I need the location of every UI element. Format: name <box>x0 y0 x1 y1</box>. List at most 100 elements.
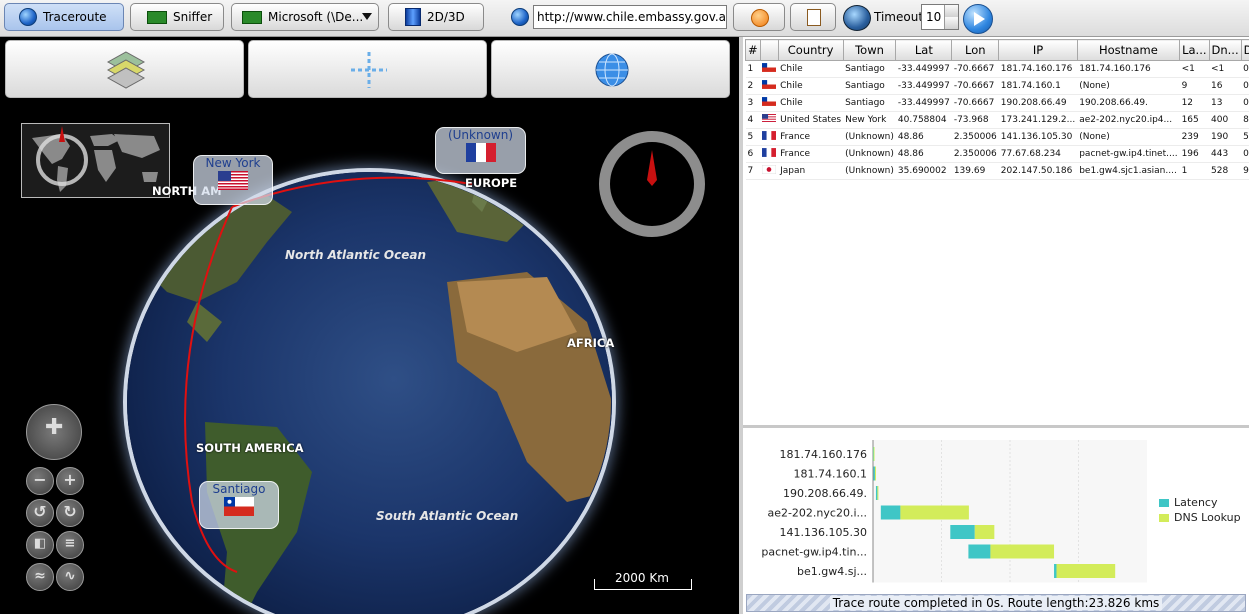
category-label: ae2-202.nyc20.i... <box>767 507 867 520</box>
table-cell: -33.449997 <box>895 94 952 112</box>
start-trace-button[interactable] <box>963 4 993 34</box>
latency-bar <box>875 486 878 500</box>
table-cell: 190.208.66.49 <box>998 94 1078 112</box>
table-cell: 48.86 <box>895 145 952 163</box>
sniffer-label: Sniffer <box>173 10 213 24</box>
hop-marker-santiago[interactable]: Santiago <box>199 481 279 529</box>
dns-bar <box>900 505 969 520</box>
table-cell: (Unknown) <box>843 162 896 180</box>
france-flag-icon <box>760 128 779 146</box>
pan-control[interactable]: ✚ <box>26 404 82 460</box>
column-header[interactable] <box>759 39 779 61</box>
scale-bar <box>594 579 692 590</box>
globe-mode-button[interactable] <box>491 40 730 98</box>
timeout-spinner[interactable]: 10 <box>921 4 959 30</box>
japan-flag-icon <box>760 162 779 180</box>
rotate-right-button[interactable]: ↻ <box>56 499 84 527</box>
panel-splitter-horizontal[interactable] <box>743 425 1249 428</box>
zoom-out-button[interactable]: − <box>26 467 54 495</box>
orange-record-icon <box>751 9 769 27</box>
clipboard-button[interactable] <box>790 3 836 31</box>
url-input[interactable]: http://www.chile.embassy.gov.au/ <box>533 5 727 29</box>
network-adapter-select[interactable]: Microsoft (\De... <box>231 3 379 31</box>
table-cell: <1 <box>1179 60 1209 78</box>
crosshair-button[interactable] <box>248 40 487 98</box>
column-header[interactable]: Hostname <box>1076 39 1181 61</box>
region-label: EUROPE <box>465 176 518 190</box>
table-row[interactable]: 5 France (Unknown) 48.86 2.350006 141.136.105… <box>745 128 1249 146</box>
marker-label: Santiago <box>212 482 266 496</box>
network-card-icon <box>147 10 167 24</box>
globe-icon <box>511 8 529 26</box>
stop-button[interactable] <box>733 3 785 31</box>
table-cell: United States <box>778 111 844 129</box>
hops-table: # CountryTownLatLonIPHostnameLa...Dn...Di… <box>745 39 1249 180</box>
table-cell: -73.968 <box>951 111 999 129</box>
column-header[interactable]: La... <box>1179 39 1210 61</box>
traceroute-button[interactable]: Traceroute <box>4 3 124 31</box>
table-cell: 48.86 <box>895 128 952 146</box>
table-cell: Santiago <box>843 60 896 78</box>
table-cell: 190.208.66.49. <box>1077 94 1180 112</box>
earth-globe[interactable] <box>127 172 612 614</box>
table-cell: Chile <box>778 94 844 112</box>
column-header[interactable]: IP <box>998 39 1078 61</box>
column-header[interactable]: # <box>745 39 761 61</box>
table-cell: 1 <box>1179 162 1209 180</box>
tilt-down-button[interactable]: ≡ <box>56 531 84 559</box>
table-cell: (Unknown) <box>843 128 896 146</box>
table-cell: 0 <box>1241 94 1249 112</box>
network-adapter-value: Microsoft (\De... <box>268 10 364 24</box>
dns-bar <box>877 486 879 500</box>
table-row[interactable]: 6 France (Unknown) 48.86 2.350006 77.67.68.23… <box>745 145 1249 163</box>
table-row[interactable]: 7 Japan (Unknown) 35.690002 139.69 202.147.50… <box>745 162 1249 180</box>
legend-dns: DNS Lookup <box>1159 511 1241 524</box>
table-cell: 181.74.160.176 <box>998 60 1078 78</box>
spinner-down-button[interactable] <box>944 17 958 29</box>
layers-button[interactable] <box>5 40 244 98</box>
tilt-up-button[interactable]: ◧ <box>26 531 54 559</box>
table-cell: 239 <box>1179 128 1209 146</box>
latency-bar <box>950 525 975 539</box>
latency-bar <box>880 505 901 520</box>
column-header[interactable]: Lon <box>951 39 1000 61</box>
table-cell: <1 <box>1209 60 1242 78</box>
us-flag-icon <box>218 171 248 190</box>
table-row[interactable]: 3 Chile Santiago -33.449997 -70.6667 190.208.… <box>745 94 1249 112</box>
view-2d3d-button[interactable]: 2D/3D <box>388 3 484 31</box>
zoom-in-button[interactable]: + <box>56 467 84 495</box>
region-label: AFRICA <box>567 336 615 350</box>
table-row[interactable]: 1 Chile Santiago -33.449997 -70.6667 181.74.1… <box>745 60 1249 78</box>
column-header[interactable]: Town <box>842 39 897 61</box>
dns-bar <box>874 466 876 481</box>
table-cell: 5837 <box>1241 128 1249 146</box>
sniffer-button[interactable]: Sniffer <box>130 3 224 31</box>
ocean-label: North Atlantic Ocean <box>285 248 427 262</box>
network-card-icon <box>242 10 262 24</box>
table-cell: 9722 <box>1241 162 1249 180</box>
table-row[interactable]: 4 United States New York 40.758804 -73.968 17… <box>745 111 1249 129</box>
terrain-button[interactable]: ∿ <box>56 563 84 591</box>
table-row[interactable]: 2 Chile Santiago -33.449997 -70.6667 181.74.1… <box>745 77 1249 95</box>
table-cell: 0 <box>1241 77 1249 95</box>
rotate-left-button[interactable]: ↺ <box>26 499 54 527</box>
dns-bar <box>873 447 875 461</box>
column-header[interactable]: Country <box>777 39 844 61</box>
dns-bar <box>990 544 1055 559</box>
crosshair-icon <box>351 52 387 88</box>
table-cell: Santiago <box>843 94 896 112</box>
column-header[interactable]: Dis... <box>1240 39 1249 61</box>
globe-view[interactable]: North Atlantic Ocean South Atlantic Ocea… <box>0 37 739 614</box>
france-flag-icon <box>465 143 496 162</box>
table-cell: 8267 <box>1241 111 1249 129</box>
network-globe-icon <box>843 5 871 31</box>
compass-rose[interactable] <box>599 131 705 237</box>
column-header[interactable]: Lat <box>895 39 953 61</box>
clipboard-icon <box>807 9 821 26</box>
table-cell: 2 <box>745 77 761 95</box>
elevation-button[interactable]: ≈ <box>26 563 54 591</box>
globe-icon <box>595 53 629 87</box>
column-header[interactable]: Dn... <box>1208 39 1242 61</box>
hop-marker-newyork[interactable]: New York <box>193 155 273 205</box>
hop-marker-france[interactable]: (Unknown) <box>435 127 526 174</box>
